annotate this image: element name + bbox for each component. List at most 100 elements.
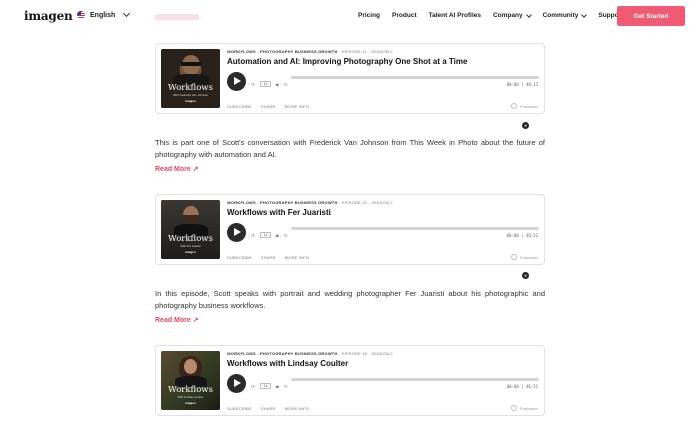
show-name: WORKFLOWS - PHOTOGRAPHY BUSINESS GROWTH bbox=[227, 351, 338, 356]
episode-card: Workflows With Lindsay Coulter imagen WO… bbox=[155, 345, 545, 416]
volume-icon[interactable]: ◀ bbox=[275, 233, 278, 239]
episode-cover-art: Workflows With Lindsay Coulter imagen bbox=[161, 351, 220, 410]
episode-meta: WORKFLOWS - PHOTOGRAPHY BUSINESS GROWTH … bbox=[227, 200, 393, 205]
rewind-icon[interactable]: ↺ bbox=[251, 233, 255, 239]
cover-subtitle: With Fer Juaristi bbox=[180, 244, 201, 248]
episode-number: - EPISODE 20 - SEASON 2 bbox=[337, 200, 393, 205]
episode-card: Workflows With Fer Juaristi imagen WORKF… bbox=[155, 194, 545, 265]
episode-card: Workflows With Frederick Van Johnson ima… bbox=[155, 43, 545, 114]
cover-brand: imagen bbox=[185, 250, 196, 254]
read-more-link[interactable]: Read More ↗ bbox=[155, 316, 199, 324]
episode-time: 00:00 | 48:13 bbox=[506, 82, 538, 87]
subscribe-link[interactable]: SUBSCRIBE bbox=[227, 104, 252, 109]
play-button[interactable] bbox=[227, 374, 246, 393]
arrow-up-right-icon: ↗ bbox=[192, 166, 199, 173]
imagen-logo[interactable]: imagen bbox=[24, 9, 73, 23]
episode-time: 00:00 | 40:32 bbox=[506, 233, 538, 238]
site-header: imagen English Pricing Product Talent AI… bbox=[0, 0, 700, 34]
nav-talent-ai-profiles[interactable]: Talent AI Profiles bbox=[429, 12, 481, 19]
podcaster-icon bbox=[510, 103, 517, 109]
episode-description: This is part one of Scott's conversation… bbox=[155, 138, 545, 159]
language-label: English bbox=[90, 11, 116, 19]
speed-button[interactable]: 1x bbox=[260, 232, 271, 238]
more-info-link[interactable]: MORE INFO bbox=[285, 406, 309, 411]
apple-podcasts-icon[interactable] bbox=[537, 272, 544, 279]
volume-icon[interactable]: ◀ bbox=[275, 384, 278, 390]
show-name: WORKFLOWS - PHOTOGRAPHY BUSINESS GROWTH bbox=[227, 200, 338, 205]
cover-brand: imagen bbox=[185, 401, 196, 405]
podcaster-icon bbox=[510, 254, 517, 260]
main-nav: Pricing Product Talent AI Profiles Compa… bbox=[358, 11, 623, 19]
episode-cover-art: Workflows With Fer Juaristi imagen bbox=[161, 200, 220, 259]
episode-title[interactable]: Workflows with Fer Juaristi bbox=[227, 208, 331, 217]
cover-title: Workflows bbox=[168, 385, 213, 395]
episode-description: In this episode, Scott speaks with portr… bbox=[155, 289, 545, 310]
progress-track[interactable] bbox=[291, 378, 539, 381]
episode-number: - EPISODE 19 - SEASON 2 bbox=[337, 351, 393, 356]
show-name: WORKFLOWS - PHOTOGRAPHY BUSINESS GROWTH bbox=[227, 49, 338, 54]
more-info-link[interactable]: MORE INFO bbox=[285, 255, 309, 260]
episode-links: SUBSCRIBE SHARE MORE INFO bbox=[227, 255, 309, 260]
episode-number: - EPISODE 21 - SEASON 2 bbox=[337, 49, 393, 54]
share-link[interactable]: SHARE bbox=[261, 104, 276, 109]
apple-podcasts-icon[interactable] bbox=[537, 122, 544, 129]
nav-community-label: Community bbox=[542, 12, 579, 19]
forward-icon[interactable]: ↻ bbox=[284, 384, 288, 390]
spotify-icon[interactable]: ≋ bbox=[522, 272, 529, 279]
speed-button[interactable]: 1x bbox=[260, 81, 271, 87]
play-button[interactable] bbox=[227, 72, 246, 91]
episode-links: SUBSCRIBE SHARE MORE INFO bbox=[227, 406, 309, 411]
progress-track[interactable] bbox=[291, 227, 539, 230]
share-link[interactable]: SHARE bbox=[261, 406, 276, 411]
subscribe-link[interactable]: SUBSCRIBE bbox=[227, 255, 252, 260]
language-selector[interactable]: English bbox=[77, 9, 131, 19]
volume-icon[interactable]: ◀ bbox=[275, 82, 278, 88]
read-more-label: Read More bbox=[155, 166, 191, 173]
play-button[interactable] bbox=[227, 223, 246, 242]
read-more-link[interactable]: Read More ↗ bbox=[155, 165, 199, 173]
podcaster-badge[interactable]: Podcaster bbox=[510, 103, 538, 109]
cover-title: Workflows bbox=[168, 234, 213, 244]
us-flag-icon bbox=[77, 11, 85, 19]
faded-link-remnant bbox=[155, 14, 199, 20]
share-link[interactable]: SHARE bbox=[261, 255, 276, 260]
progress-track[interactable] bbox=[291, 76, 539, 79]
nav-pricing[interactable]: Pricing bbox=[358, 12, 380, 19]
read-more-label: Read More bbox=[155, 317, 191, 324]
episode-title[interactable]: Automation and AI: Improving Photography… bbox=[227, 57, 467, 66]
forward-icon[interactable]: ↻ bbox=[284, 233, 288, 239]
subscribe-link[interactable]: SUBSCRIBE bbox=[227, 406, 252, 411]
nav-company[interactable]: Company bbox=[492, 11, 532, 19]
rewind-icon[interactable]: ↺ bbox=[251, 82, 255, 88]
rewind-icon[interactable]: ↺ bbox=[251, 384, 255, 390]
chevron-down-icon bbox=[581, 11, 588, 18]
platform-links: ≋ bbox=[522, 272, 544, 279]
nav-company-label: Company bbox=[492, 12, 523, 19]
speed-button[interactable]: 1x bbox=[260, 383, 271, 389]
platform-links: ≋ bbox=[522, 122, 544, 129]
spotify-icon[interactable]: ≋ bbox=[522, 122, 529, 129]
podcaster-label: Podcaster bbox=[519, 254, 538, 260]
episode-title[interactable]: Workflows with Lindsay Coulter bbox=[227, 359, 348, 368]
cover-brand: imagen bbox=[185, 99, 196, 103]
chevron-down-icon bbox=[525, 11, 532, 18]
episode-links: SUBSCRIBE SHARE MORE INFO bbox=[227, 104, 309, 109]
get-started-button[interactable]: Get Started bbox=[617, 6, 685, 26]
cover-title: Workflows bbox=[168, 83, 213, 93]
chevron-down-icon bbox=[123, 9, 131, 18]
cover-subtitle: With Lindsay Coulter bbox=[177, 395, 204, 399]
podcaster-badge[interactable]: Podcaster bbox=[510, 405, 538, 411]
nav-community[interactable]: Community bbox=[542, 11, 588, 19]
episode-meta: WORKFLOWS - PHOTOGRAPHY BUSINESS GROWTH … bbox=[227, 49, 393, 54]
podcaster-icon bbox=[510, 405, 517, 411]
podcaster-label: Podcaster bbox=[519, 103, 538, 109]
more-info-link[interactable]: MORE INFO bbox=[285, 104, 309, 109]
episode-cover-art: Workflows With Frederick Van Johnson ima… bbox=[161, 49, 220, 108]
nav-product[interactable]: Product bbox=[392, 12, 417, 19]
episode-meta: WORKFLOWS - PHOTOGRAPHY BUSINESS GROWTH … bbox=[227, 351, 393, 356]
arrow-up-right-icon: ↗ bbox=[192, 317, 199, 324]
podcaster-badge[interactable]: Podcaster bbox=[510, 254, 538, 260]
forward-icon[interactable]: ↻ bbox=[284, 82, 288, 88]
podcaster-label: Podcaster bbox=[519, 405, 538, 411]
cover-subtitle: With Frederick Van Johnson bbox=[173, 93, 208, 97]
